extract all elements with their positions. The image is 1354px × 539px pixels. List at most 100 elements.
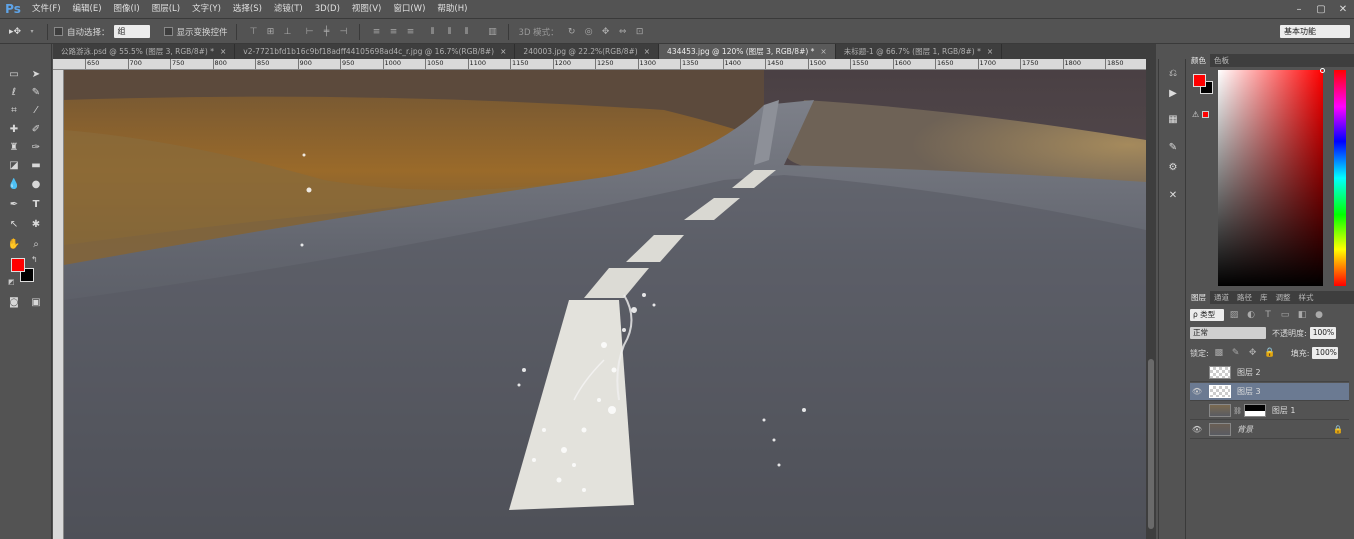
gradient-tool-icon[interactable]: ▬ xyxy=(28,157,44,173)
healing-brush-tool-icon[interactable]: ✚ xyxy=(6,121,22,137)
auto-select-dropdown[interactable]: 组 xyxy=(113,25,150,38)
minimize-button[interactable]: – xyxy=(1288,0,1310,19)
close-icon[interactable]: × xyxy=(820,47,826,56)
menu-edit[interactable]: 编辑(E) xyxy=(67,0,108,19)
menu-select[interactable]: 选择(S) xyxy=(227,0,268,19)
filter-adjustment-icon[interactable]: ◐ xyxy=(1244,308,1258,322)
tool-presets-icon[interactable]: ✕ xyxy=(1165,187,1181,203)
chevron-down-icon[interactable]: ▾ xyxy=(25,25,39,39)
align-right-icon[interactable]: ⊣ xyxy=(337,25,351,39)
distribute-top-icon[interactable]: ≡ xyxy=(370,25,384,39)
color-panel-foreground[interactable] xyxy=(1193,74,1206,87)
auto-select-option[interactable]: 自动选择： 组 xyxy=(54,25,150,38)
show-transform-checkbox[interactable] xyxy=(163,27,173,36)
3d-pan-icon[interactable]: ✥ xyxy=(599,25,613,39)
close-icon[interactable]: × xyxy=(500,47,506,56)
menu-window[interactable]: 窗口(W) xyxy=(387,0,431,19)
actions-panel-icon[interactable]: ▶ xyxy=(1165,85,1181,101)
layer-filter-kind-dropdown[interactable]: ρ 类型 xyxy=(1190,309,1224,321)
menu-image[interactable]: 图像(I) xyxy=(108,0,146,19)
workspace-dropdown[interactable]: 基本功能 xyxy=(1280,25,1350,38)
quick-mask-icon[interactable]: ◙ xyxy=(6,294,22,310)
eraser-tool-icon[interactable]: ◪ xyxy=(6,157,22,173)
menu-filter[interactable]: 滤镜(T) xyxy=(268,0,309,19)
layer-row[interactable]: 👁 背景 🔒 xyxy=(1190,421,1349,439)
filter-pixel-icon[interactable]: ▨ xyxy=(1227,308,1241,322)
close-window-button[interactable]: ✕ xyxy=(1332,0,1354,19)
move-tool-preset-icon[interactable]: ▸✥ xyxy=(8,25,22,39)
menu-type[interactable]: 文字(Y) xyxy=(186,0,227,19)
color-field[interactable] xyxy=(1218,70,1323,286)
distribute-right-icon[interactable]: ⫴ xyxy=(460,25,474,39)
tab-document-2[interactable]: v2-7721bfd1b16c9bf18adff44105698ad4c_r.j… xyxy=(235,44,516,59)
tab-document-3[interactable]: 240003.jpg @ 22.2%(RGB/8#) × xyxy=(515,44,660,59)
color-field-cursor[interactable] xyxy=(1320,68,1325,73)
tab-libraries[interactable]: 库 xyxy=(1256,292,1272,303)
canvas-vertical-scrollbar[interactable] xyxy=(1146,59,1156,539)
menu-file[interactable]: 文件(F) xyxy=(26,0,67,19)
mask-link-icon[interactable]: ⛓ xyxy=(1233,407,1242,415)
document-canvas[interactable] xyxy=(64,70,1146,539)
lock-transparent-icon[interactable]: ▩ xyxy=(1212,346,1226,360)
align-hcenter-icon[interactable]: ╪ xyxy=(320,25,334,39)
history-panel-icon[interactable]: ⎌ xyxy=(1165,65,1181,81)
3d-rotate-icon[interactable]: ↻ xyxy=(565,25,579,39)
tab-swatches[interactable]: 色板 xyxy=(1210,55,1233,66)
scrollbar-thumb[interactable] xyxy=(1148,359,1154,529)
menu-help[interactable]: 帮助(H) xyxy=(431,0,473,19)
default-colors-icon[interactable]: ◩ xyxy=(8,278,15,286)
close-icon[interactable]: × xyxy=(644,47,650,56)
maximize-button[interactable]: ▢ xyxy=(1310,0,1332,19)
lasso-tool-icon[interactable]: ℓ xyxy=(6,84,22,100)
fill-input[interactable]: 100% xyxy=(1312,347,1339,359)
lock-image-icon[interactable]: ✎ xyxy=(1229,346,1243,360)
pen-tool-icon[interactable]: ✒ xyxy=(6,196,22,212)
filter-type-icon[interactable]: T xyxy=(1261,308,1275,322)
custom-shape-tool-icon[interactable]: ✱ xyxy=(28,216,44,232)
zoom-tool-icon[interactable]: ⌕ xyxy=(28,236,44,252)
filter-smart-object-icon[interactable]: ◧ xyxy=(1295,308,1309,322)
layer-row[interactable]: ⛓ 图层 1 xyxy=(1190,402,1349,420)
distribute-vcenter-icon[interactable]: ≡ xyxy=(387,25,401,39)
opacity-input[interactable]: 100% xyxy=(1309,327,1336,339)
3d-slide-icon[interactable]: ⇔ xyxy=(616,25,630,39)
clone-stamp-tool-icon[interactable]: ♜ xyxy=(6,139,22,155)
blur-tool-icon[interactable]: 💧 xyxy=(6,176,22,192)
eye-icon[interactable]: 👁 xyxy=(1190,425,1204,434)
3d-scale-icon[interactable]: ⊡ xyxy=(633,25,647,39)
filter-shape-icon[interactable]: ▭ xyxy=(1278,308,1292,322)
menu-view[interactable]: 视图(V) xyxy=(346,0,387,19)
tab-document-5[interactable]: 未标题-1 @ 66.7% (图层 1, RGB/8#) * × xyxy=(836,44,1003,59)
layer-row-selected[interactable]: 👁 图层 3 xyxy=(1190,383,1349,401)
menu-layer[interactable]: 图层(L) xyxy=(146,0,186,19)
auto-align-icon[interactable]: ▥ xyxy=(486,25,500,39)
show-transform-option[interactable]: 显示变换控件 xyxy=(163,26,228,38)
marquee-tool-icon[interactable]: ▭ xyxy=(6,66,22,82)
3d-roll-icon[interactable]: ◎ xyxy=(582,25,596,39)
history-brush-tool-icon[interactable]: ✑ xyxy=(28,139,44,155)
lock-all-icon[interactable]: 🔒 xyxy=(1263,346,1277,360)
crop-tool-icon[interactable]: ⌗ xyxy=(6,102,22,118)
screen-mode-icon[interactable]: ▣ xyxy=(28,294,44,310)
layer-mask-thumbnail[interactable] xyxy=(1243,404,1266,417)
auto-select-checkbox[interactable] xyxy=(54,27,63,36)
close-icon[interactable]: × xyxy=(220,47,226,56)
tab-paths[interactable]: 路径 xyxy=(1233,292,1256,303)
distribute-left-icon[interactable]: ⫴ xyxy=(426,25,440,39)
tab-layers[interactable]: 图层 xyxy=(1187,291,1210,304)
blend-mode-dropdown[interactable]: 正常 xyxy=(1190,327,1266,339)
tab-color[interactable]: 颜色 xyxy=(1187,54,1210,67)
tab-channels[interactable]: 通道 xyxy=(1210,292,1233,303)
align-vcenter-icon[interactable]: ⊞ xyxy=(264,25,278,39)
type-tool-icon[interactable]: T xyxy=(28,196,44,212)
quick-select-tool-icon[interactable]: ✎ xyxy=(28,84,44,100)
layer-row[interactable]: 图层 2 xyxy=(1190,364,1349,382)
distribute-bottom-icon[interactable]: ≡ xyxy=(404,25,418,39)
web-safe-swatch[interactable] xyxy=(1202,111,1209,118)
brush-tool-icon[interactable]: ✐ xyxy=(28,121,44,137)
dodge-tool-icon[interactable]: ● xyxy=(28,176,44,192)
eye-icon[interactable]: 👁 xyxy=(1190,387,1204,396)
tab-document-4-active[interactable]: 434453.jpg @ 120% (图层 3, RGB/8#) * × xyxy=(659,44,836,59)
align-left-icon[interactable]: ⊢ xyxy=(303,25,317,39)
hue-slider[interactable] xyxy=(1334,70,1346,286)
